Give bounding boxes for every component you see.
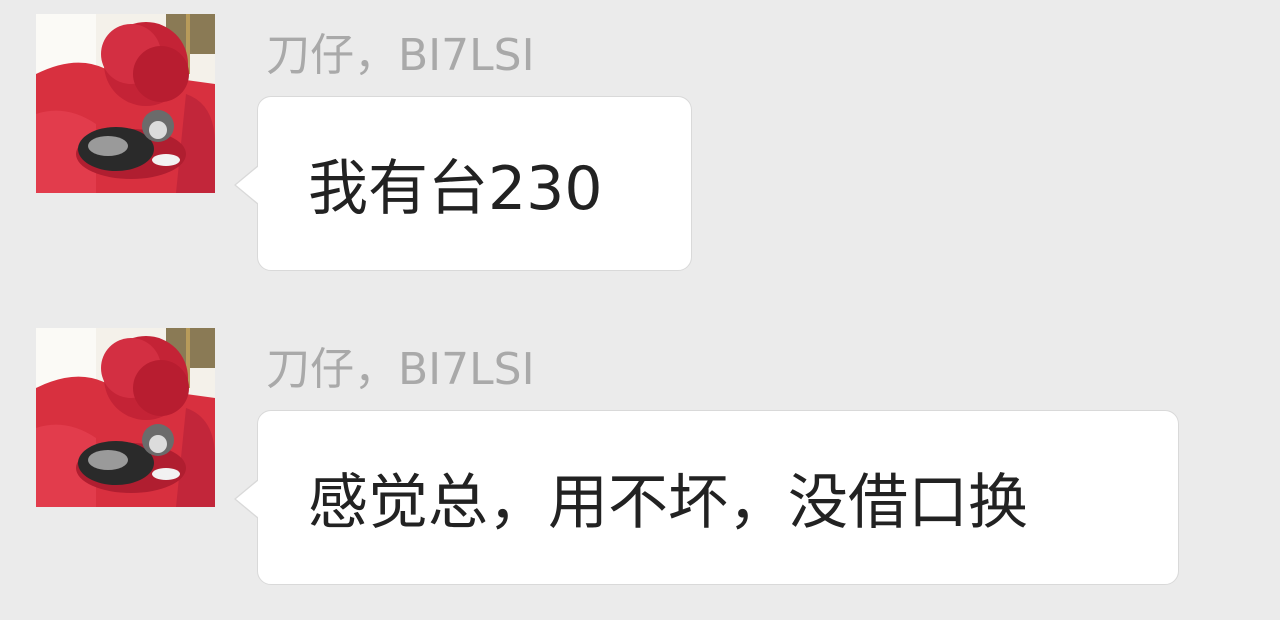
message-bubble[interactable]: 我有台230 xyxy=(234,96,692,271)
message-text: 我有台230 xyxy=(308,154,603,224)
avatar[interactable] xyxy=(36,14,215,193)
cat-avatar-icon xyxy=(36,14,215,193)
chat-window: 刀仔，BI7LSI 我有台230 刀仔，BI7LSI 感觉总，用不坏，没借口换 xyxy=(0,0,1280,620)
message-text: 感觉总，用不坏，没借口换 xyxy=(308,468,1028,538)
sender-name: 刀仔，BI7LSI xyxy=(266,344,535,395)
sender-name: 刀仔，BI7LSI xyxy=(266,30,535,81)
message-bubble[interactable]: 感觉总，用不坏，没借口换 xyxy=(234,410,1179,585)
cat-avatar-icon xyxy=(36,328,215,507)
avatar[interactable] xyxy=(36,328,215,507)
